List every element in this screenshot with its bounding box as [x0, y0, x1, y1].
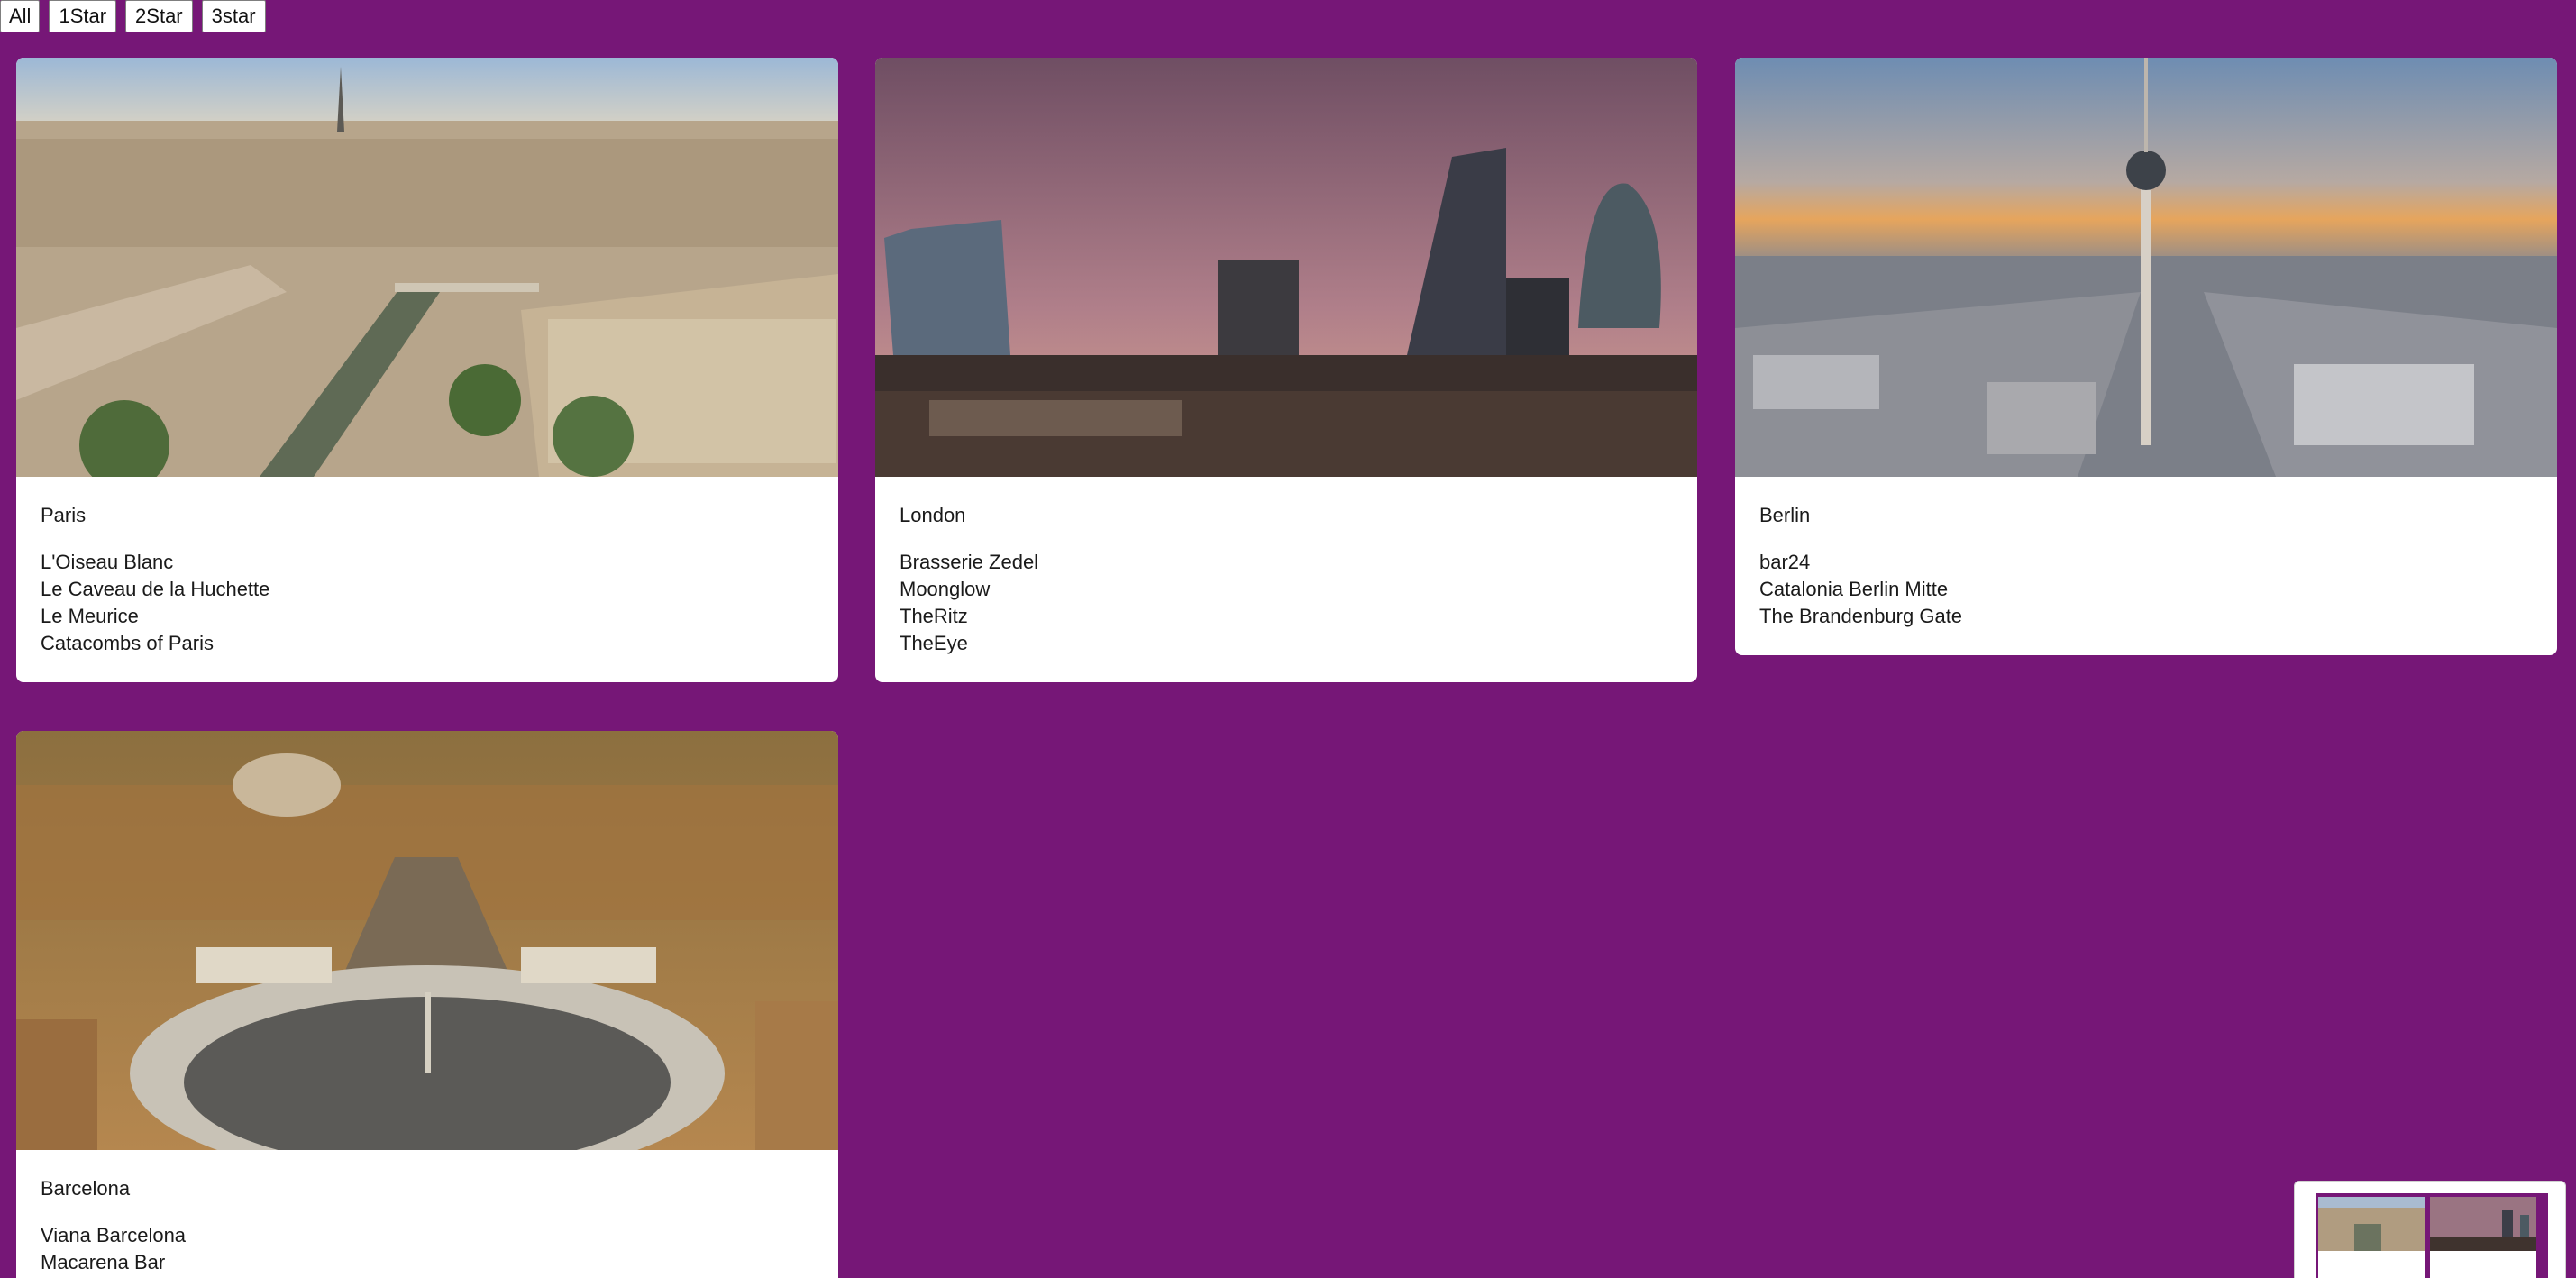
- page-preview-thumbnail[interactable]: [2294, 1181, 2566, 1278]
- filter-bar: All 1Star 2Star 3star: [0, 0, 266, 32]
- thumbnail-card-paris: [2318, 1197, 2425, 1278]
- place-item: Brasserie Zedel: [900, 551, 1039, 573]
- place-item: The Brandenburg Gate: [1759, 605, 1963, 627]
- place-item: Le Meurice: [41, 605, 139, 627]
- city-card-barcelona: Barcelona Viana Barcelona Macarena Bar: [16, 731, 838, 1278]
- card-body: Barcelona Viana Barcelona Macarena Bar: [16, 1150, 838, 1278]
- place-list: Viana Barcelona Macarena Bar: [41, 1222, 814, 1276]
- thumbnail-photo-paris: [2318, 1197, 2425, 1251]
- place-item: Le Caveau de la Huchette: [41, 578, 270, 600]
- place-item: Moonglow: [900, 578, 991, 600]
- city-photo-paris: [16, 58, 838, 477]
- place-item: Catacombs of Paris: [41, 632, 214, 654]
- place-item: bar24: [1759, 551, 1811, 573]
- city-card-london: London Brasserie Zedel Moonglow TheRitz …: [875, 58, 1697, 682]
- city-photo-berlin: [1735, 58, 2557, 477]
- thumbnail-card-london: [2430, 1197, 2536, 1278]
- place-list: Brasserie Zedel Moonglow TheRitz TheEye: [900, 549, 1673, 657]
- filter-2star-button[interactable]: 2Star: [125, 0, 193, 32]
- place-list: bar24 Catalonia Berlin Mitte The Branden…: [1759, 549, 2533, 630]
- place-item: Macarena Bar: [41, 1251, 166, 1273]
- place-item: Viana Barcelona: [41, 1224, 187, 1246]
- city-title: Berlin: [1759, 504, 1811, 526]
- thumbnail-photo-london: [2430, 1197, 2536, 1251]
- place-item: Catalonia Berlin Mitte: [1759, 578, 1949, 600]
- place-item: L'Oiseau Blanc: [41, 551, 174, 573]
- city-title: Barcelona: [41, 1177, 131, 1200]
- filter-3star-button[interactable]: 3star: [201, 0, 266, 32]
- city-photo-barcelona: [16, 731, 838, 1150]
- place-item: TheEye: [900, 632, 968, 654]
- place-item: TheRitz: [900, 605, 968, 627]
- city-photo-london: [875, 58, 1697, 477]
- filter-1star-button[interactable]: 1Star: [49, 0, 117, 32]
- place-list: L'Oiseau Blanc Le Caveau de la Huchette …: [41, 549, 814, 657]
- card-body: London Brasserie Zedel Moonglow TheRitz …: [875, 477, 1697, 682]
- thumbnail-canvas: [2316, 1193, 2548, 1278]
- card-body: Berlin bar24 Catalonia Berlin Mitte The …: [1735, 477, 2557, 655]
- card-body: Paris L'Oiseau Blanc Le Caveau de la Huc…: [16, 477, 838, 682]
- city-title: London: [900, 504, 966, 526]
- city-card-berlin: Berlin bar24 Catalonia Berlin Mitte The …: [1735, 58, 2557, 655]
- city-card-paris: Paris L'Oiseau Blanc Le Caveau de la Huc…: [16, 58, 838, 682]
- city-title: Paris: [41, 504, 87, 526]
- filter-all-button[interactable]: All: [0, 0, 41, 32]
